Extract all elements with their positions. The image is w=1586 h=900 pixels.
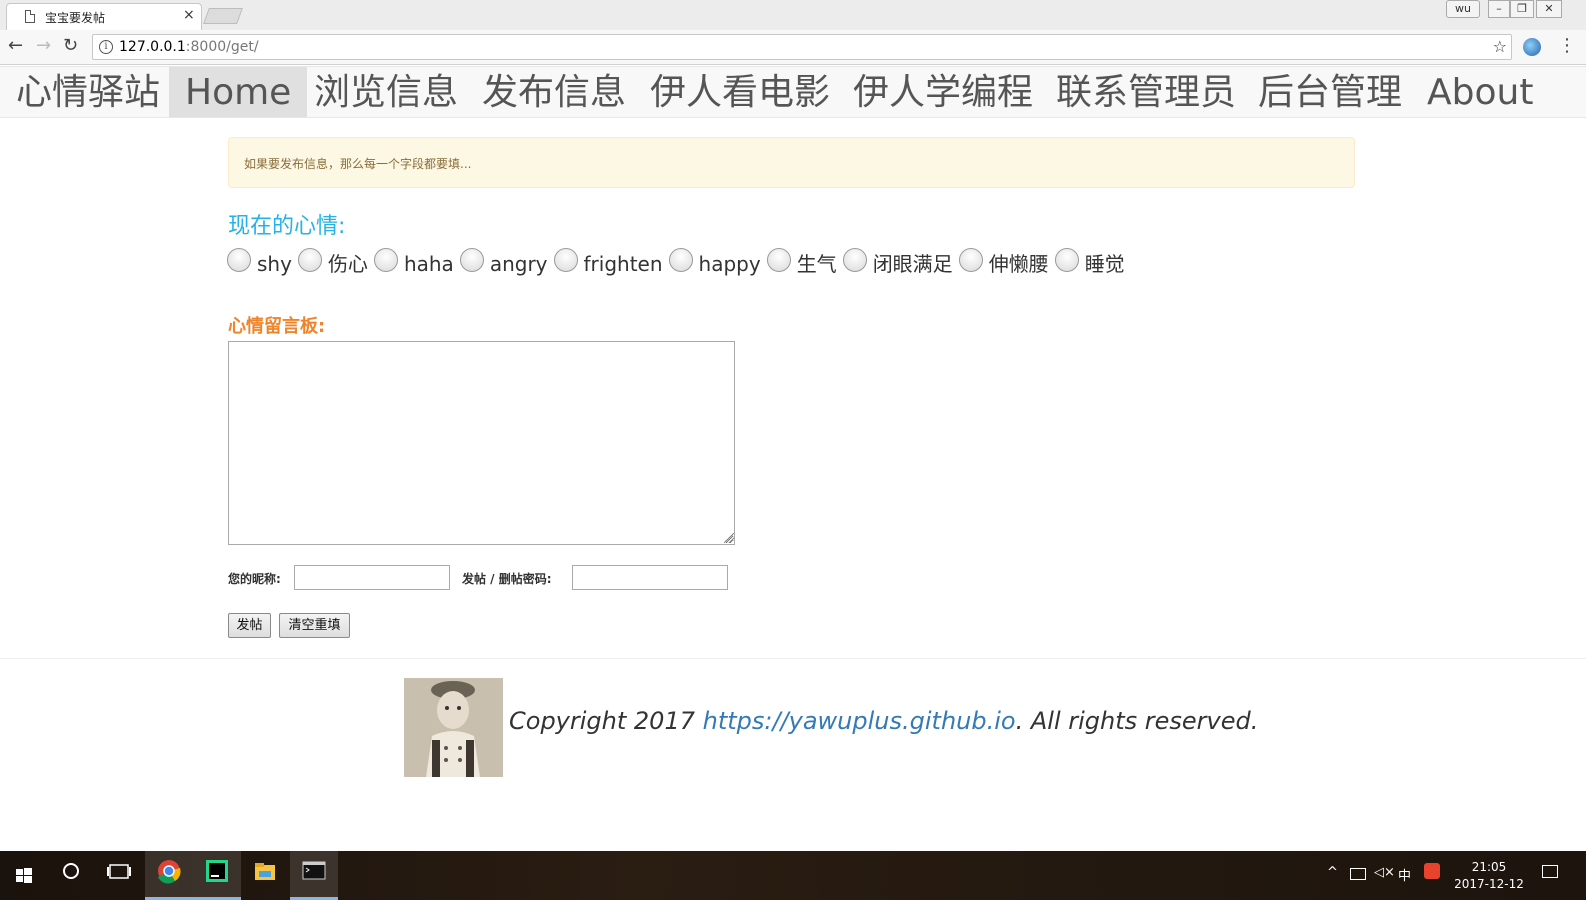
site-info-icon[interactable]: i [99,40,113,54]
mood-option[interactable]: angry [459,247,554,277]
profile-button[interactable]: wu [1446,0,1480,18]
maximize-button[interactable]: ❐ [1510,0,1534,18]
tray-chevron-icon[interactable]: ^ [1327,865,1338,880]
forward-icon[interactable]: → [36,36,51,56]
minimize-button[interactable]: – [1488,0,1510,18]
chrome-taskbar-icon[interactable] [145,851,193,900]
volume-muted-icon[interactable]: ◁× [1374,865,1395,880]
nav-home[interactable]: Home [169,67,308,117]
radio-upset[interactable] [766,248,791,272]
sogou-ime-icon[interactable] [1424,863,1440,879]
mood-option[interactable]: 生气 [766,247,843,277]
footer-link[interactable]: https://yawuplus.github.io [703,707,1016,735]
clock-date: 2017-12-12 [1454,877,1524,891]
site-navbar: 心情驿站 Home 浏览信息 发布信息 伊人看电影 伊人学编程 联系管理员 后台… [0,66,1586,118]
radio-haha[interactable] [373,248,398,272]
action-center-icon[interactable] [1542,865,1558,878]
radio-angry[interactable] [459,248,484,272]
extension-globe-icon[interactable] [1523,38,1541,56]
browser-tab-strip: 宝宝要发帖 × wu – ❐ ✕ [0,0,1586,30]
windows-taskbar: ^ ◁× 中 21:05 2017-12-12 [0,851,1586,900]
resize-grip-icon[interactable] [724,533,734,543]
radio-sleep[interactable] [1054,248,1079,272]
nav-admin[interactable]: 后台管理 [1242,67,1418,117]
nav-about[interactable]: About [1411,67,1549,117]
address-bar[interactable]: i 127.0.0.1:8000/get/ ☆ [92,34,1512,60]
browser-toolbar: ← → ↻ i 127.0.0.1:8000/get/ ☆ ⋮ [0,30,1586,65]
mood-option[interactable]: shy [227,247,298,277]
mood-option[interactable]: 伸懒腰 [958,247,1055,277]
mood-radio-group: shy 伤心 haha angry frighten happy 生气 闭眼满足 伸懒腰 睡觉 [227,247,1131,277]
mood-label[interactable]: happy [699,247,761,281]
nav-browse[interactable]: 浏览信息 [298,67,474,117]
task-view-icon[interactable] [96,851,144,900]
nav-contact-admin[interactable]: 联系管理员 [1040,67,1252,117]
network-icon[interactable] [1350,868,1366,880]
start-button[interactable] [0,851,48,900]
close-window-button[interactable]: ✕ [1536,0,1562,18]
mood-label[interactable]: 睡觉 [1085,247,1125,281]
message-board-label: 心情留言板: [228,316,326,337]
mood-label[interactable]: 伸懒腰 [989,247,1049,281]
info-alert: 如果要发布信息，那么每一个字段都要填... [228,137,1355,188]
radio-sad[interactable] [297,248,322,272]
mood-label[interactable]: frighten [584,247,663,281]
mood-label[interactable]: 闭眼满足 [873,247,953,281]
browser-menu-icon[interactable]: ⋮ [1558,36,1576,56]
radio-happy[interactable] [668,248,693,272]
password-label: 发帖 / 删帖密码: [462,572,552,586]
mood-label[interactable]: shy [257,247,292,281]
radio-stretch[interactable] [958,248,983,272]
mood-option[interactable]: haha [373,247,460,277]
submit-button[interactable]: 发帖 [228,613,271,638]
back-icon[interactable]: ← [8,36,23,56]
pycharm-taskbar-icon[interactable] [193,851,241,900]
mood-label[interactable]: angry [490,247,548,281]
mood-option[interactable]: frighten [553,247,669,277]
copyright-prefix: Copyright 2017 [509,707,703,735]
tab-close-icon[interactable]: × [183,7,195,23]
mood-label[interactable]: 生气 [797,247,837,281]
nickname-input[interactable] [294,565,450,590]
reset-button[interactable]: 清空重填 [279,613,350,638]
password-input[interactable] [572,565,728,590]
reload-icon[interactable]: ↻ [63,36,78,56]
clock-time: 21:05 [1471,860,1507,874]
url-host: 127.0.0.1 [119,39,186,55]
page-icon [25,10,35,23]
url-text[interactable]: 127.0.0.1:8000/get/ [119,39,259,55]
radio-content[interactable] [842,248,867,272]
tab-title: 宝宝要发帖 [45,11,106,25]
taskbar-clock[interactable]: 21:05 2017-12-12 [1452,859,1526,893]
mood-heading: 现在的心情: [228,214,346,239]
nav-movies[interactable]: 伊人看电影 [634,67,846,117]
bookmark-star-icon[interactable]: ☆ [1493,37,1507,56]
nav-publish[interactable]: 发布信息 [466,67,642,117]
radio-frighten[interactable] [553,248,578,272]
ime-indicator[interactable]: 中 [1398,865,1411,884]
alert-text: 如果要发布信息，那么每一个字段都要填... [244,157,472,171]
terminal-taskbar-icon[interactable] [290,851,338,900]
browser-tab[interactable]: 宝宝要发帖 × [6,3,202,30]
nav-programming[interactable]: 伊人学编程 [837,67,1049,117]
file-explorer-icon[interactable] [241,851,289,900]
footer-divider [0,658,1586,659]
message-board-textarea[interactable] [228,341,735,545]
mood-option[interactable]: 睡觉 [1054,247,1131,277]
mood-option[interactable]: 伤心 [297,247,374,277]
cortana-icon[interactable] [48,851,96,900]
new-tab-button[interactable] [203,8,243,24]
author-photo [404,678,503,777]
url-path: :8000/get/ [185,39,259,55]
site-brand[interactable]: 心情驿站 [16,73,160,113]
mood-label[interactable]: haha [404,247,454,281]
copyright-suffix: . All rights reserved. [1015,707,1259,735]
mood-option[interactable]: 闭眼满足 [842,247,959,277]
mood-label[interactable]: 伤心 [328,247,368,281]
copyright-text: Copyright 2017 https://yawuplus.github.i… [509,707,1258,735]
nickname-label: 您的昵称: [228,572,281,586]
radio-shy[interactable] [227,248,251,272]
mood-option[interactable]: happy [668,247,767,277]
